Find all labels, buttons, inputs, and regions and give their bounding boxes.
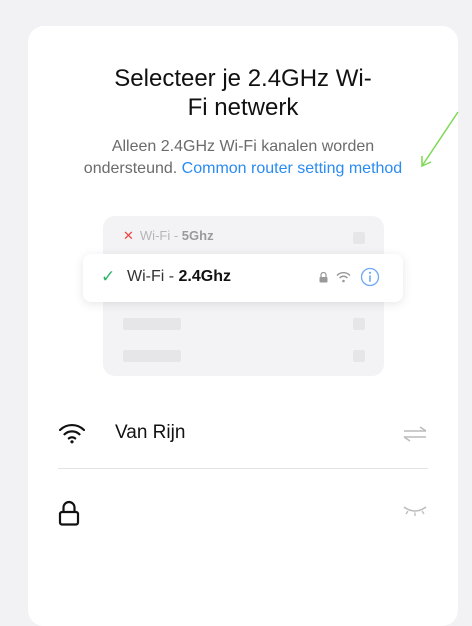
- wifi-5ghz-row: ✕ Wi-Fi - 5Ghz: [123, 228, 214, 244]
- placeholder-square: [353, 318, 365, 330]
- wifi-5ghz-band: 5Ghz: [181, 228, 214, 243]
- title-line-2: Fi netwerk: [187, 94, 299, 121]
- annotation-arrow-icon: [421, 111, 459, 168]
- title-line-1: Selecteer je 2.4GHz Wi-: [114, 65, 372, 92]
- wifi-setup-card: Selecteer je 2.4GHz Wi- Fi netwerk Allee…: [28, 26, 459, 626]
- wifi-icon: [58, 423, 86, 444]
- wifi-5ghz-prefix: Wi-Fi -: [139, 228, 182, 243]
- subtitle-line-2: ondersteund. Common router setting metho…: [28, 158, 458, 180]
- wifi-24ghz-band: 2.4Ghz: [178, 268, 231, 285]
- field-divider: [58, 468, 428, 469]
- password-field[interactable]: [58, 476, 428, 546]
- network-ssid: Van Rijn: [115, 422, 186, 443]
- eye-closed-icon[interactable]: [402, 504, 428, 518]
- x-icon: ✕: [123, 228, 134, 243]
- lock-icon: [58, 500, 80, 526]
- placeholder-bar: [123, 318, 181, 330]
- page-title: Selecteer je 2.4GHz Wi- Fi netwerk: [28, 64, 458, 122]
- placeholder-bar: [123, 350, 181, 362]
- wifi-24ghz-label: Wi-Fi - 2.4Ghz: [127, 268, 231, 286]
- network-field[interactable]: Van Rijn: [58, 398, 428, 468]
- small-lock-icon: [319, 272, 328, 283]
- router-setting-link[interactable]: Common router setting method: [182, 160, 403, 177]
- subtitle-line-1: Alleen 2.4GHz Wi-Fi kanalen worden: [111, 138, 375, 155]
- small-wifi-icon: [336, 272, 351, 283]
- swap-arrows-icon[interactable]: [402, 426, 428, 442]
- wifi-24ghz-row: ✓ Wi-Fi - 2.4Ghz: [83, 254, 403, 302]
- placeholder-square: [353, 350, 365, 362]
- page-subtitle: Alleen 2.4GHz Wi-Fi kanalen worden onder…: [28, 136, 458, 180]
- info-icon: [360, 267, 380, 287]
- subtitle-text: ondersteund.: [83, 160, 178, 177]
- placeholder-square: [353, 232, 365, 244]
- check-icon: ✓: [101, 267, 116, 286]
- wifi-24ghz-prefix: Wi-Fi -: [127, 268, 179, 285]
